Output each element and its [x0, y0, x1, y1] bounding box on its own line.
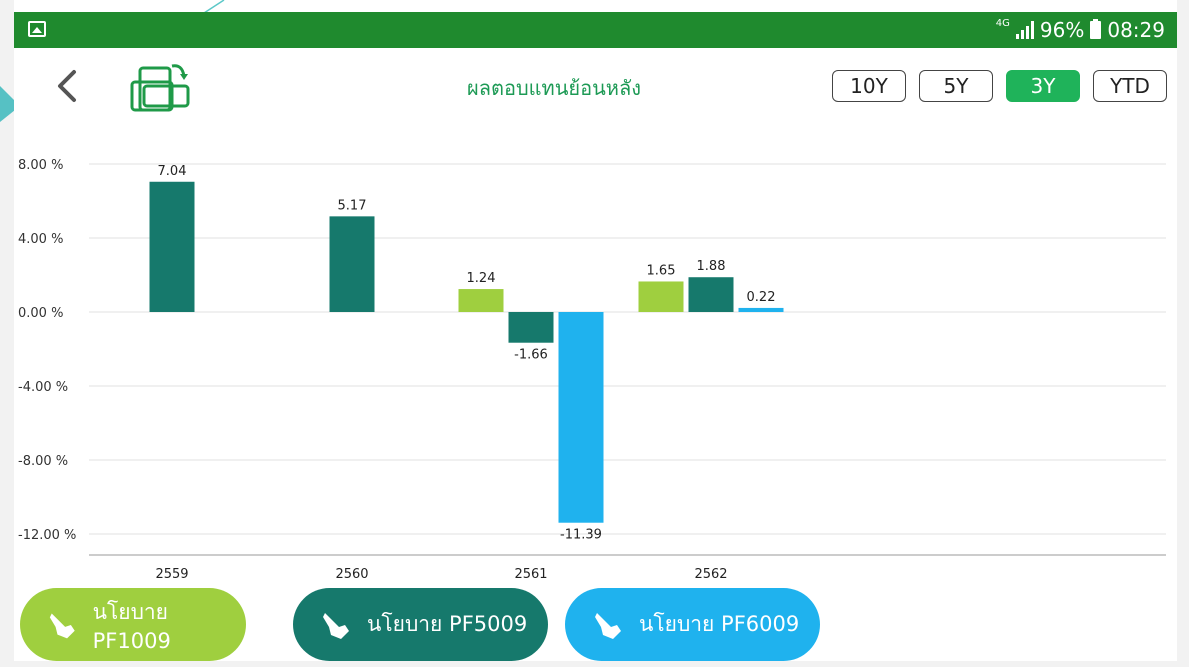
range-button-5y[interactable]: 5Y — [919, 70, 993, 102]
bar[interactable] — [558, 312, 604, 523]
bar[interactable] — [458, 289, 504, 312]
data-label: 1.24 — [467, 271, 496, 286]
frame-border — [1177, 0, 1189, 667]
bar[interactable] — [688, 277, 734, 312]
range-button-10y[interactable]: 10Y — [832, 70, 906, 102]
range-label: YTD — [1110, 74, 1150, 98]
frame-border — [0, 661, 1189, 667]
data-label: 5.17 — [338, 198, 367, 213]
clock: 08:29 — [1107, 18, 1165, 42]
chevron-left-icon[interactable] — [50, 68, 86, 104]
bar[interactable] — [638, 281, 684, 312]
y-tick-label: 0.00 % — [18, 306, 63, 321]
status-bar: 4G 96% 08:29 — [14, 12, 1177, 48]
range-label: 3Y — [1030, 74, 1056, 98]
y-tick-label: -8.00 % — [18, 454, 68, 469]
legend-pf1009-button[interactable]: นโยบาย PF1009 — [20, 588, 246, 661]
range-label: 10Y — [850, 74, 888, 98]
legend-pf6009-button[interactable]: นโยบาย PF6009 — [565, 588, 820, 661]
range-button-3y[interactable]: 3Y — [1006, 70, 1080, 102]
x-tick-label: 2560 — [335, 567, 368, 582]
legend-pf5009-button[interactable]: นโยบาย PF5009 — [293, 588, 548, 661]
data-label: 1.65 — [647, 263, 676, 278]
status-indicators: 4G 96% 08:29 — [996, 18, 1165, 42]
data-label: 1.88 — [697, 259, 726, 274]
bar[interactable] — [149, 181, 195, 312]
bar[interactable] — [508, 312, 554, 343]
hand-pointer-icon — [323, 612, 349, 639]
legend: นโยบาย PF1009 นโยบาย PF5009 นโยบาย PF600… — [14, 588, 1177, 661]
y-tick-label: -4.00 % — [18, 380, 68, 395]
range-button-ytd[interactable]: YTD — [1093, 70, 1167, 102]
gallery-notification-icon — [28, 21, 46, 37]
y-tick-label: 8.00 % — [18, 158, 63, 173]
data-label: 0.22 — [747, 290, 776, 305]
page-title: ผลตอบแทนย้อนหลัง — [466, 76, 642, 100]
y-tick-label: -12.00 % — [18, 528, 76, 543]
signal-icon — [1015, 21, 1034, 39]
hand-pointer-icon — [49, 613, 75, 638]
hand-pointer-icon — [595, 612, 621, 639]
returns-bar-chart[interactable]: 8.00 % 4.00 % 0.00 % -4.00 % -8.00 % -12.00 %… — [14, 128, 1177, 588]
range-label: 5Y — [943, 74, 969, 98]
legend-label: นโยบาย PF6009 — [639, 612, 800, 636]
y-tick-label: 4.00 % — [18, 232, 63, 247]
app-window: 4G 96% 08:29 ผลตอบแทนย้อนหลัง 10Y 5Y 3Y … — [0, 0, 1189, 667]
legend-label: นโยบาย PF5009 — [367, 612, 528, 636]
battery-percent: 96% — [1039, 18, 1085, 42]
network-type: 4G — [995, 18, 1010, 29]
rotate-screen-icon[interactable] — [130, 58, 192, 114]
x-tick-label: 2561 — [514, 567, 547, 582]
data-label: -11.39 — [560, 528, 602, 543]
data-label: 7.04 — [158, 164, 187, 179]
x-tick-label: 2562 — [694, 567, 727, 582]
toolbar: ผลตอบแทนย้อนหลัง 10Y 5Y 3Y YTD — [14, 48, 1177, 128]
bar[interactable] — [329, 216, 375, 312]
data-label: -1.66 — [514, 348, 548, 363]
bar[interactable] — [738, 307, 784, 312]
legend-label: นโยบาย PF1009 — [92, 600, 171, 653]
x-tick-label: 2559 — [155, 567, 188, 582]
battery-icon — [1090, 19, 1102, 39]
